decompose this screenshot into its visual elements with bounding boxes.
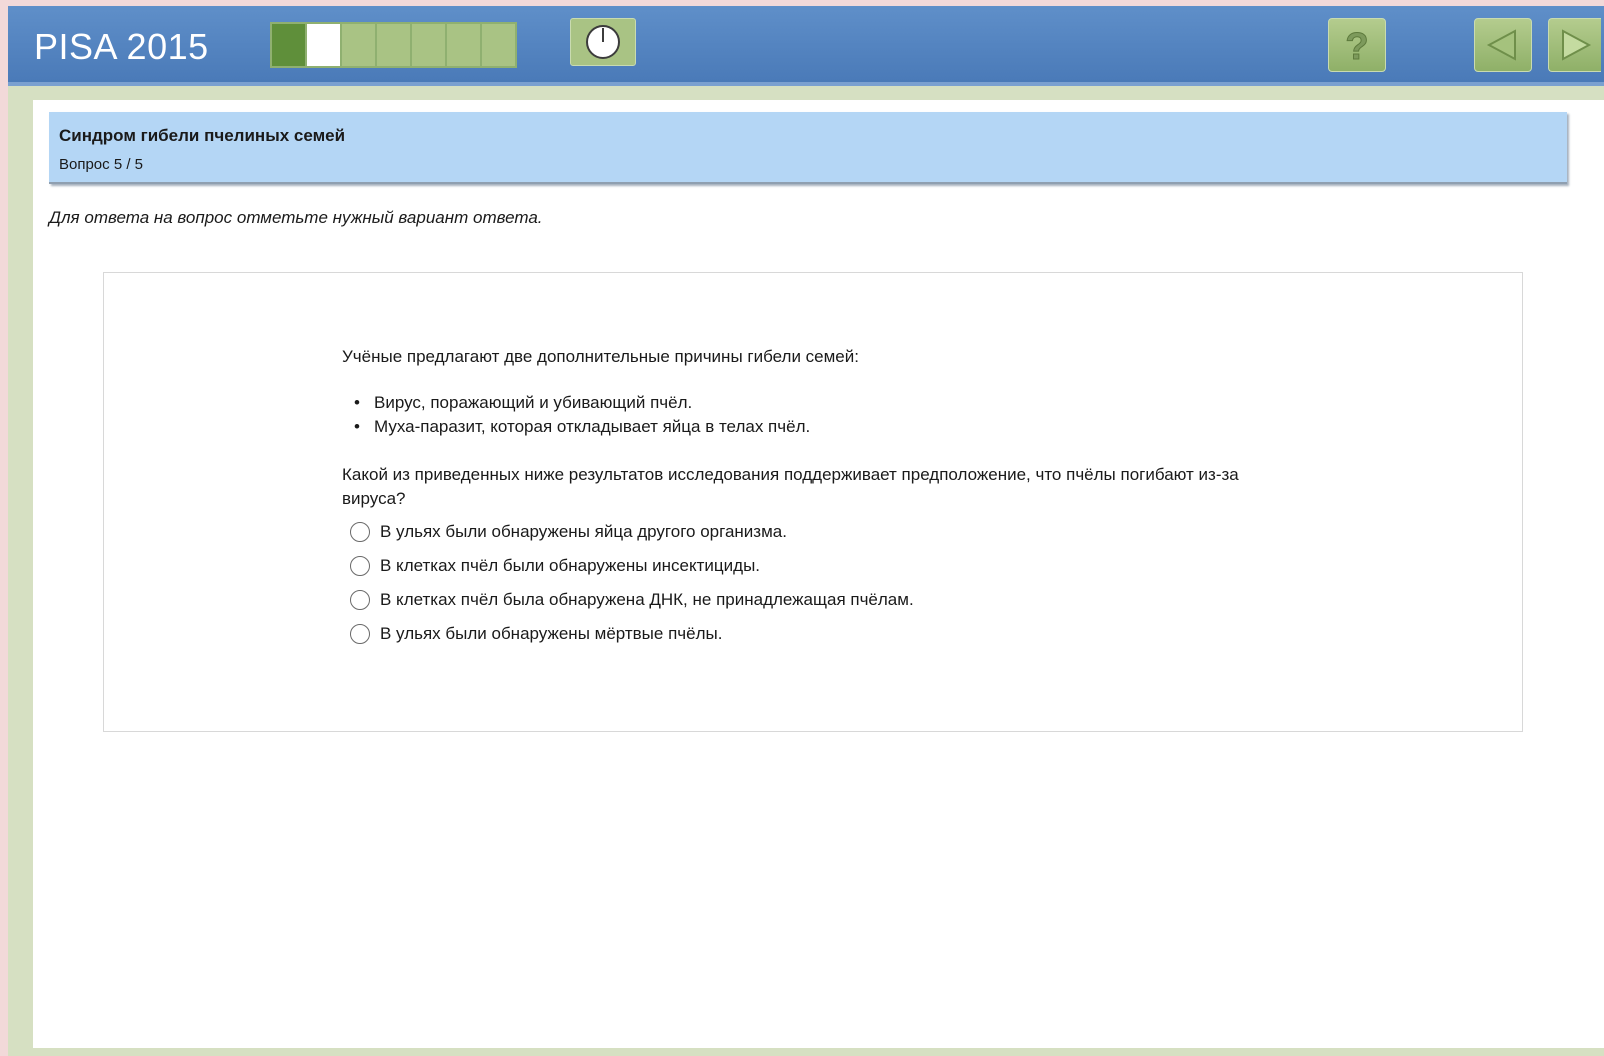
answer-label: В ульях были обнаружены мёртвые пчёлы. — [380, 624, 723, 643]
progress-segment — [342, 24, 375, 66]
radio-button[interactable] — [350, 522, 370, 542]
question-header: Синдром гибели пчелиных семей Вопрос 5 /… — [49, 112, 1567, 184]
list-item: Муха-паразит, которая откладывает яйца в… — [354, 415, 1282, 439]
question-panel: Учёные предлагают две дополнительные при… — [103, 272, 1523, 732]
progress-segment — [307, 24, 340, 66]
radio-button[interactable] — [350, 556, 370, 576]
answer-label: В ульях были обнаружены яйца другого орг… — [380, 522, 787, 541]
progress-segment — [412, 24, 445, 66]
question-text: Какой из приведенных ниже результатов ис… — [342, 465, 1239, 508]
answer-option-3[interactable]: В клетках пчёл была обнаружена ДНК, не п… — [342, 583, 1282, 617]
question-body: Учёные предлагают две дополнительные при… — [342, 345, 1282, 651]
brand-title: PISA 2015 — [34, 26, 209, 67]
arrow-left-icon — [1486, 29, 1516, 61]
answer-option-1[interactable]: В ульях были обнаружены яйца другого орг… — [342, 515, 1282, 549]
answer-label: В клетках пчёл была обнаружена ДНК, не п… — [380, 590, 914, 609]
content-area: Синдром гибели пчелиных семей Вопрос 5 /… — [33, 100, 1604, 1048]
progress-segment — [377, 24, 410, 66]
list-item: Вирус, поражающий и убивающий пчёл. — [354, 391, 1282, 415]
instruction-text: Для ответа на вопрос отметьте нужный вар… — [49, 208, 543, 227]
svg-text:?: ? — [1345, 26, 1368, 65]
timer-button[interactable] — [570, 18, 636, 66]
help-button[interactable]: ? — [1328, 18, 1386, 72]
app-window: PISA 2015 ? Синдром гибели пчелиных семе… — [8, 6, 1604, 1056]
answer-label: В клетках пчёл были обнаружены инсектици… — [380, 556, 761, 575]
intro-text: Учёные предлагают две дополнительные при… — [342, 347, 859, 366]
progress-segment — [272, 24, 305, 66]
question-counter: Вопрос 5 / 5 — [59, 156, 144, 173]
progress-segment — [447, 24, 480, 66]
cause-list: Вирус, поражающий и убивающий пчёл. Муха… — [342, 391, 1282, 439]
answer-option-2[interactable]: В клетках пчёл были обнаружены инсектици… — [342, 549, 1282, 583]
progress-segment — [482, 24, 515, 66]
previous-button[interactable] — [1474, 18, 1532, 72]
question-mark-icon: ? — [1345, 26, 1369, 66]
progress-bar — [270, 22, 517, 68]
radio-button[interactable] — [350, 624, 370, 644]
answer-option-4[interactable]: В ульях были обнаружены мёртвые пчёлы. — [342, 617, 1282, 651]
answer-options: В ульях были обнаружены яйца другого орг… — [342, 515, 1282, 651]
arrow-right-icon — [1562, 29, 1592, 61]
unit-title: Синдром гибели пчелиных семей — [59, 126, 346, 145]
radio-button[interactable] — [350, 590, 370, 610]
next-button[interactable] — [1548, 18, 1601, 72]
timer-icon — [586, 25, 620, 59]
top-bar: PISA 2015 ? — [8, 6, 1604, 86]
